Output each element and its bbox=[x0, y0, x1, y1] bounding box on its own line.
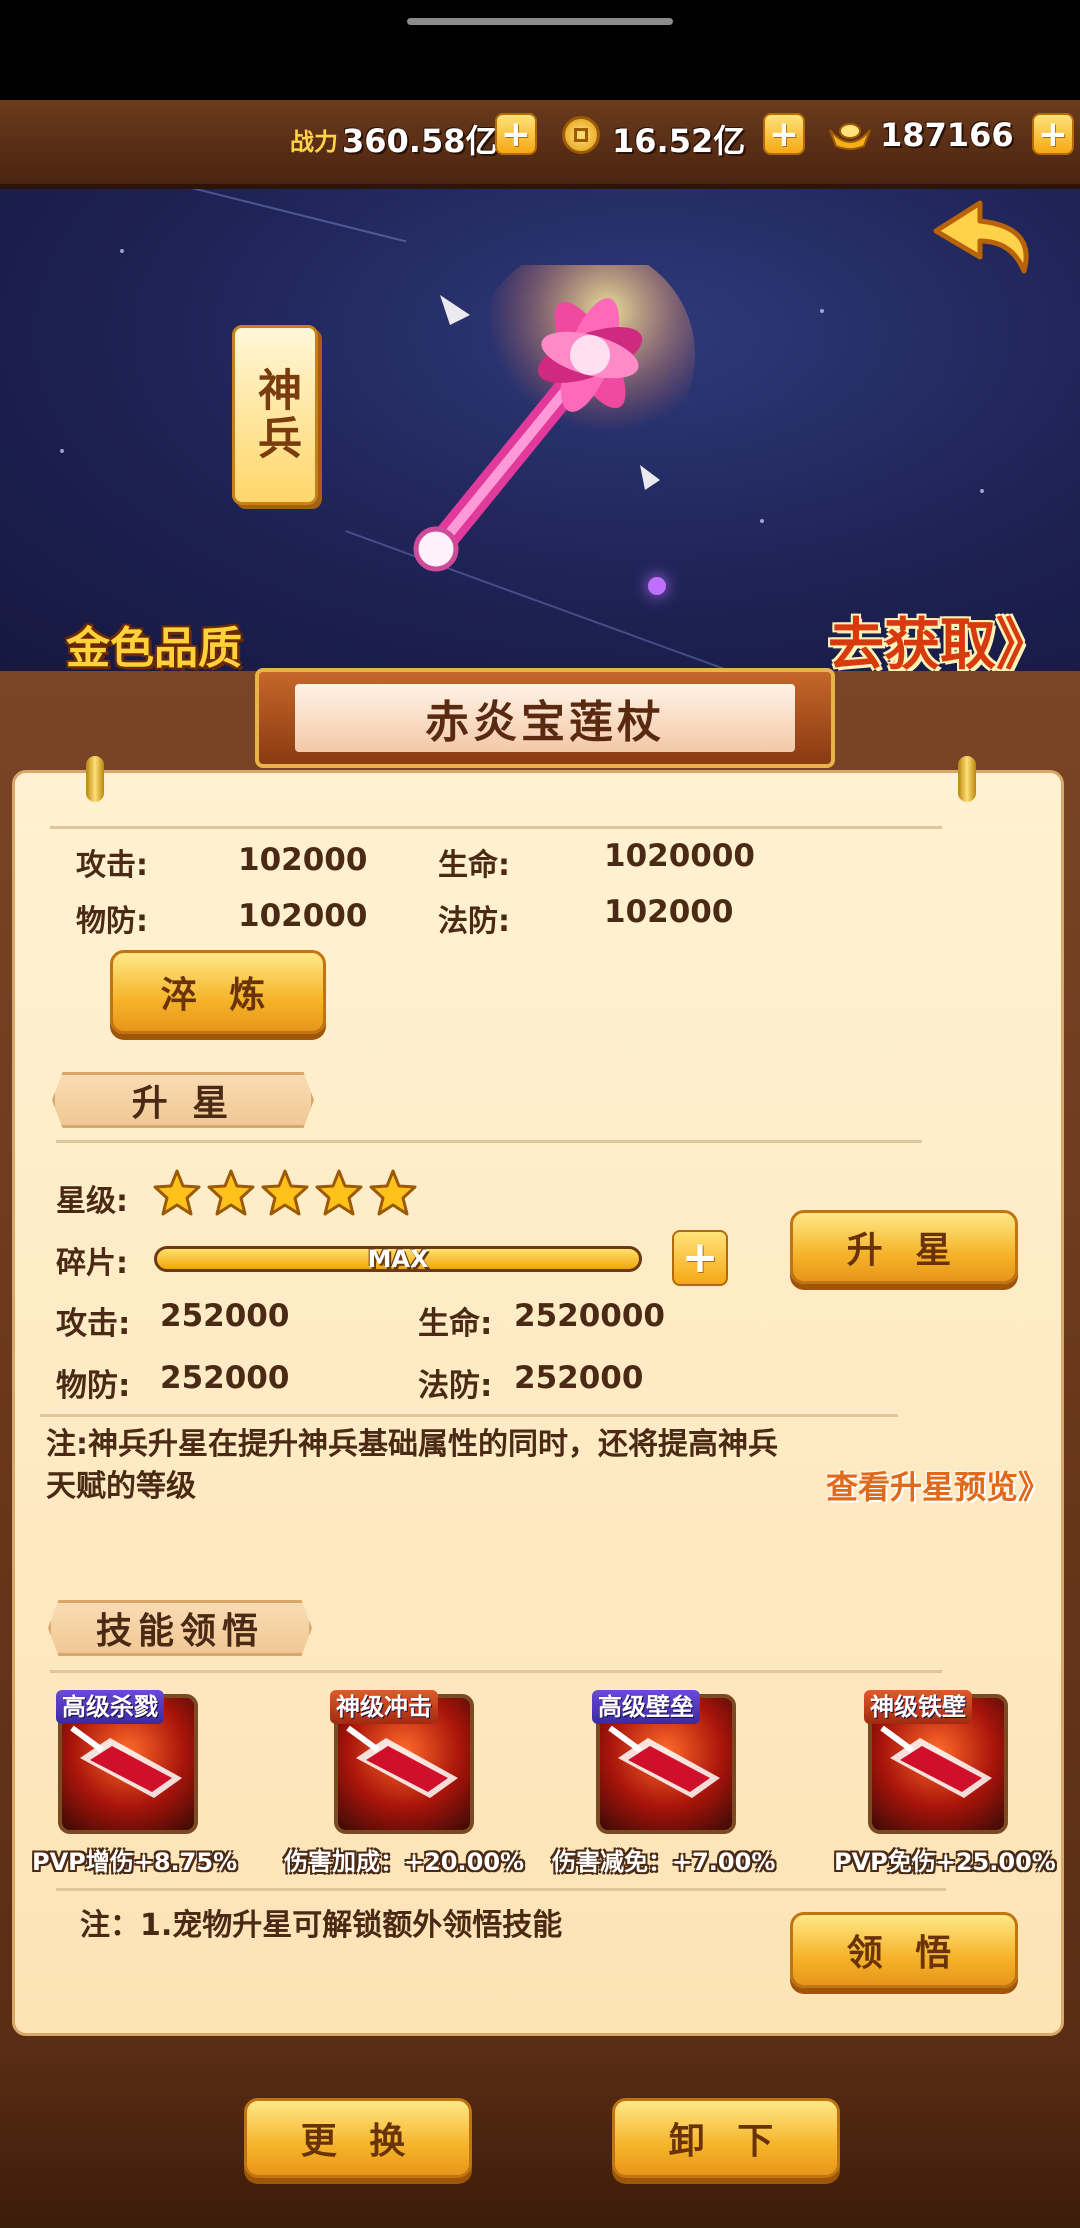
skill-desc: PVP增伤+8.75% bbox=[32, 1848, 238, 1876]
skill-name: 神级冲击 bbox=[330, 1690, 438, 1724]
resource-bar: 战力 360.58亿 + 16.52亿 + 187166 + bbox=[0, 100, 1080, 189]
item-name: 赤炎宝莲杖 bbox=[295, 684, 795, 752]
divider bbox=[40, 1414, 898, 1417]
star-icon bbox=[315, 1169, 363, 1216]
upgrade-label-pdef: 物防: bbox=[56, 1368, 131, 1404]
shard-progress-bar: MAX bbox=[154, 1245, 642, 1273]
upgrade-label-mdef: 法防: bbox=[418, 1368, 493, 1404]
skill-desc: PVP免伤+25.00% bbox=[834, 1848, 1056, 1876]
divider bbox=[56, 1140, 922, 1143]
refine-button[interactable]: 淬 炼 bbox=[110, 950, 326, 1034]
ingot-plus-button[interactable]: + bbox=[1032, 113, 1074, 155]
power-value: 360.58亿 bbox=[342, 122, 498, 160]
stat-value-mdef: 102000 bbox=[604, 894, 734, 930]
bottom-bar bbox=[0, 2048, 1080, 2228]
comprehend-button[interactable]: 领 悟 bbox=[790, 1912, 1018, 1988]
upgrade-label-hp: 生命: bbox=[418, 1306, 493, 1342]
upgrade-value-attack: 252000 bbox=[160, 1298, 290, 1334]
upgrade-value-mdef: 252000 bbox=[514, 1360, 644, 1396]
status-bar bbox=[0, 0, 1080, 100]
weapon-staff-icon bbox=[413, 265, 695, 572]
power-plus-button[interactable]: + bbox=[495, 113, 537, 155]
star-icon bbox=[369, 1169, 417, 1216]
stat-label-pdef: 物防: bbox=[76, 904, 148, 939]
shard-plus-button[interactable]: + bbox=[672, 1230, 728, 1286]
star-up-section-title: 升 星 bbox=[52, 1072, 314, 1128]
star-icon bbox=[261, 1169, 309, 1216]
ingot-icon bbox=[829, 123, 871, 150]
obtain-link[interactable]: 去获取》 bbox=[828, 600, 1052, 681]
home-handle bbox=[407, 18, 673, 25]
skill-desc: 伤害加成：+20.00% bbox=[284, 1848, 525, 1876]
replace-button[interactable]: 更 换 bbox=[244, 2098, 472, 2178]
upgrade-value-hp: 2520000 bbox=[514, 1298, 665, 1334]
stat-value-hp: 1020000 bbox=[604, 838, 755, 874]
star-rating bbox=[152, 1166, 432, 1220]
gold-value: 16.52亿 bbox=[612, 122, 746, 160]
stat-label-attack: 攻击: bbox=[76, 848, 148, 883]
skill-name: 高级壁垒 bbox=[592, 1690, 700, 1724]
divider bbox=[50, 826, 942, 829]
skill-name: 神级铁壁 bbox=[864, 1690, 972, 1724]
stat-value-pdef: 102000 bbox=[238, 898, 368, 934]
skill-name: 高级杀戮 bbox=[56, 1690, 164, 1724]
star-preview-link[interactable]: 查看升星预览》 bbox=[826, 1462, 1050, 1508]
category-tag: 神兵 bbox=[232, 325, 318, 505]
ingot-value: 187166 bbox=[880, 116, 1014, 154]
unequip-button[interactable]: 卸 下 bbox=[612, 2098, 840, 2178]
star-up-button[interactable]: 升 星 bbox=[790, 1210, 1018, 1284]
gold-plus-button[interactable]: + bbox=[763, 113, 805, 155]
skill-note: 注：1.宠物升星可解锁额外领悟技能 bbox=[80, 1908, 563, 1943]
nail-right bbox=[958, 756, 976, 802]
shard-label: 碎片: bbox=[56, 1246, 128, 1281]
star-icon bbox=[207, 1169, 255, 1216]
star-icon bbox=[153, 1169, 201, 1216]
stat-value-attack: 102000 bbox=[238, 842, 368, 878]
gold-coin-icon bbox=[562, 116, 600, 154]
skill-section-title: 技能领悟 bbox=[48, 1600, 312, 1656]
back-arrow-icon[interactable] bbox=[932, 197, 1042, 281]
star-up-note: 注:神兵升星在提升神兵基础属性的同时，还将提高神兵天赋的等级 bbox=[46, 1427, 778, 1504]
stat-label-hp: 生命: bbox=[438, 848, 510, 883]
divider bbox=[56, 1888, 946, 1891]
quality-label: 金色品质 bbox=[66, 623, 242, 674]
divider bbox=[50, 1670, 942, 1673]
nail-left bbox=[86, 756, 104, 802]
upgrade-label-attack: 攻击: bbox=[56, 1306, 131, 1342]
shard-status: MAX bbox=[367, 1245, 429, 1273]
skill-desc: 伤害减免：+7.00% bbox=[552, 1848, 776, 1876]
upgrade-value-pdef: 252000 bbox=[160, 1360, 290, 1396]
star-level-label: 星级: bbox=[56, 1184, 128, 1219]
stat-label-mdef: 法防: bbox=[438, 904, 510, 939]
power-label: 战力 bbox=[290, 128, 338, 156]
